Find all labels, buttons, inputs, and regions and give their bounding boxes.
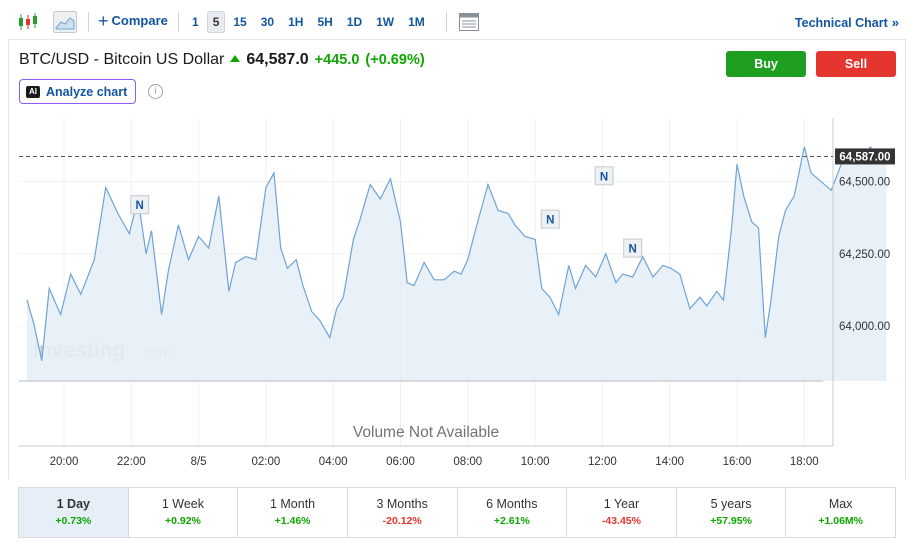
price-change-percent: (+0.69%) (365, 52, 425, 68)
period-label: 6 Months (486, 497, 538, 511)
price-change: +445.0 (314, 52, 360, 68)
period-change: +0.92% (164, 515, 201, 527)
arrow-up-icon (230, 55, 241, 62)
ai-icon: AI (26, 85, 40, 98)
chart-panel: BTC/USD - Bitcoin US Dollar 64,587.0 +44… (8, 39, 906, 479)
period-tab[interactable]: 1 Month +1.46% (238, 488, 348, 537)
period-change: +1.46% (274, 515, 311, 527)
period-tab[interactable]: 6 Months +2.61% (458, 488, 568, 537)
period-tab[interactable]: Max +1.06M% (786, 488, 895, 537)
period-label: 1 Month (269, 497, 316, 511)
last-price: 64,587.0 (246, 51, 309, 68)
period-label: 1 Day (56, 497, 90, 511)
period-change: -43.45% (601, 515, 641, 527)
info-icon[interactable]: i (148, 84, 163, 99)
period-change: +57.95% (710, 515, 752, 527)
analyze-chart-button[interactable]: AI Analyze chart (19, 79, 137, 104)
period-tab[interactable]: 1 Week +0.92% (129, 488, 239, 537)
analyze-chart-label: Analyze chart (46, 84, 128, 99)
period-change: +1.06M% (818, 515, 864, 527)
quote-header: BTC/USD - Bitcoin US Dollar 64,587.0 +44… (19, 51, 425, 69)
period-change: -20.12% (382, 515, 422, 527)
period-tab[interactable]: 3 Months -20.12% (348, 488, 458, 537)
period-tab[interactable]: 5 years +57.95% (677, 488, 787, 537)
performance-periods: 1 Day +0.73% 1 Week +0.92% 1 Month +1.46% 3 Mo… (18, 487, 896, 538)
period-label: Max (828, 497, 853, 511)
buy-button[interactable]: Buy (726, 51, 806, 77)
sell-button[interactable]: Sell (816, 51, 896, 77)
period-tab[interactable]: 1 Day +0.73% (19, 488, 129, 537)
period-label: 3 Months (376, 497, 428, 511)
period-change: +0.73% (55, 515, 92, 527)
period-change: +2.61% (493, 515, 530, 527)
period-label: 5 years (710, 497, 752, 511)
period-label: 1 Week (161, 497, 205, 511)
asset-name: BTC/USD - Bitcoin US Dollar (19, 51, 225, 68)
period-label: 1 Year (603, 497, 640, 511)
period-tab[interactable]: 1 Year -43.45% (567, 488, 677, 537)
